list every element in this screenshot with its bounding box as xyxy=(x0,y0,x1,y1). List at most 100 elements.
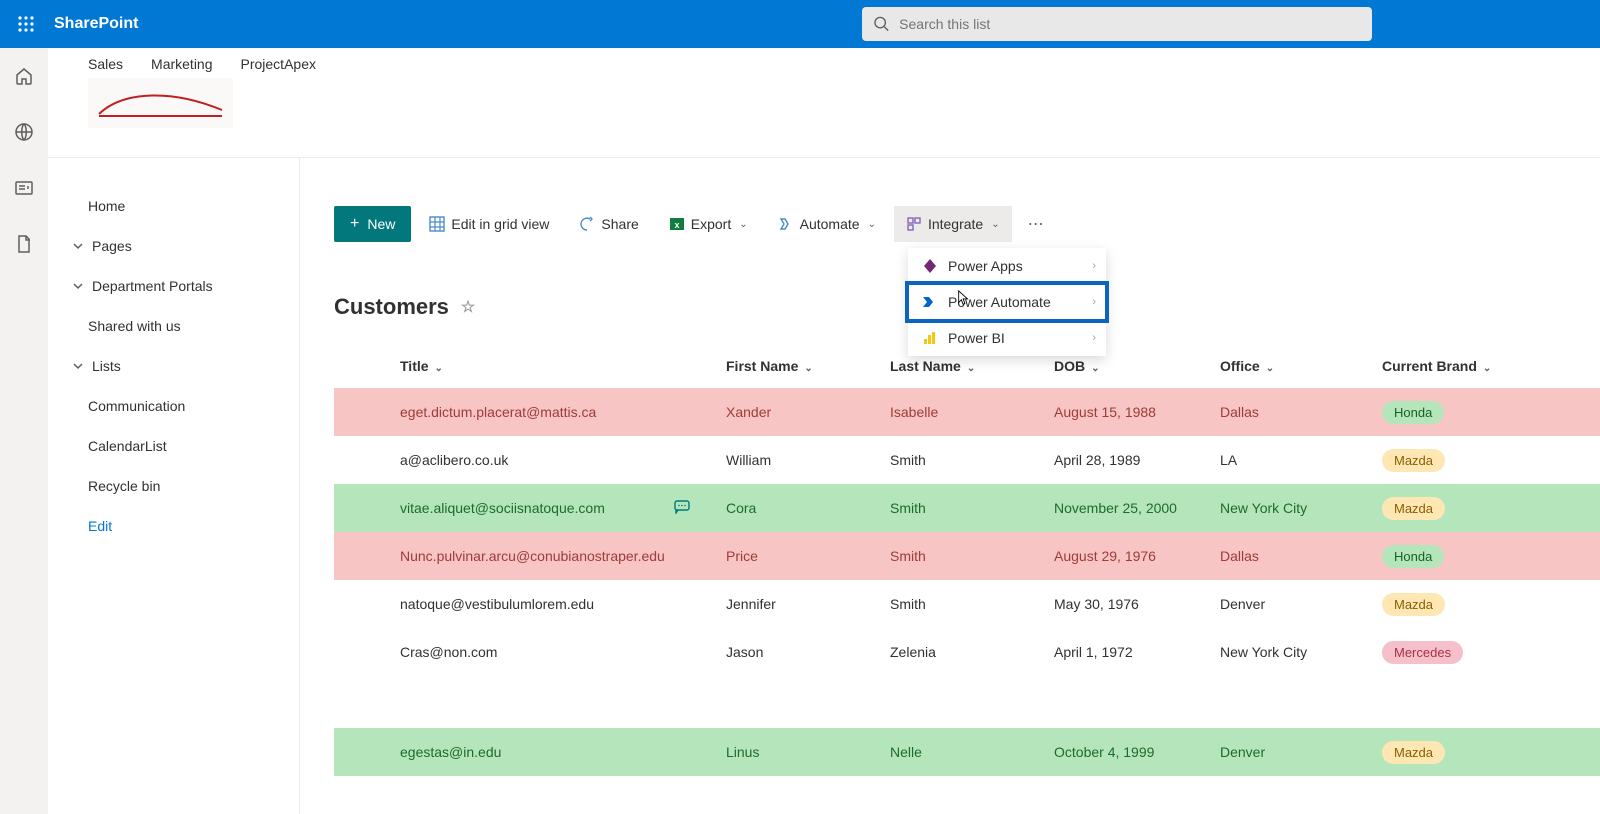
edit-grid-button[interactable]: Edit in grid view xyxy=(417,206,561,242)
site-logo[interactable] xyxy=(88,78,233,128)
list-table: Title⌄ First Name⌄ Last Name⌄ DOB⌄ Offic… xyxy=(334,344,1600,776)
new-button[interactable]: +New xyxy=(334,206,411,242)
powerapps-icon xyxy=(922,258,938,274)
cell-office: New York City xyxy=(1220,644,1382,660)
svg-text:x: x xyxy=(674,220,679,230)
cell-firstname: Jennifer xyxy=(726,596,890,612)
cell-dob: August 29, 1976 xyxy=(1054,548,1220,564)
col-firstname[interactable]: First Name⌄ xyxy=(726,358,890,374)
cell-lastname: Nelle xyxy=(890,744,1054,760)
powerautomate-icon xyxy=(922,294,938,310)
nav-calendarlist[interactable]: CalendarList xyxy=(48,426,299,466)
hub-nav-marketing[interactable]: Marketing xyxy=(151,56,212,72)
table-row[interactable]: eget.dictum.placerat@mattis.caXanderIsab… xyxy=(334,388,1600,436)
col-office[interactable]: Office⌄ xyxy=(1220,358,1382,374)
automate-button[interactable]: Automate⌄ xyxy=(766,206,888,242)
cell-dob: April 1, 1972 xyxy=(1054,644,1220,660)
cell-title: Nunc.pulvinar.arcu@conubianostraper.edu xyxy=(400,548,665,564)
more-button[interactable]: ⋯ xyxy=(1018,214,1054,234)
brand-label: SharePoint xyxy=(54,15,138,33)
table-row[interactable]: Cras@non.com JasonZeleniaApril 1, 1972New… xyxy=(334,628,1600,676)
col-brand[interactable]: Current Brand⌄ xyxy=(1382,358,1542,374)
menu-power-apps[interactable]: Power Apps› xyxy=(908,248,1106,284)
home-icon[interactable] xyxy=(14,66,34,86)
chevron-down-icon: ⌄ xyxy=(967,363,975,374)
cell-lastname: Zelenia xyxy=(890,644,1054,660)
news-icon[interactable] xyxy=(14,178,34,198)
nav-recycle-bin[interactable]: Recycle bin xyxy=(48,466,299,506)
share-icon xyxy=(579,216,595,232)
chevron-down-icon: ⌄ xyxy=(991,219,999,230)
chevron-down-icon xyxy=(72,360,84,372)
cell-title: egestas@in.edu xyxy=(400,744,501,760)
table-row[interactable]: a@aclibero.co.ukWilliamSmithApril 28, 19… xyxy=(334,436,1600,484)
plus-icon: + xyxy=(350,215,359,233)
brand-badge: Mazda xyxy=(1382,741,1445,764)
cell-title: Cras@non.com xyxy=(400,644,497,660)
hub-nav-projectapex[interactable]: ProjectApex xyxy=(241,56,316,72)
cell-office: Denver xyxy=(1220,744,1382,760)
search-input[interactable] xyxy=(899,16,1360,32)
cell-dob: November 25, 2000 xyxy=(1054,500,1220,516)
chevron-down-icon: ⌄ xyxy=(804,363,812,374)
comment-icon[interactable] xyxy=(674,500,690,517)
brand-badge: Mazda xyxy=(1382,449,1445,472)
nav-department-portals[interactable]: Department Portals xyxy=(48,266,299,306)
nav-edit[interactable]: Edit xyxy=(48,506,299,546)
nav-lists[interactable]: Lists xyxy=(48,346,299,386)
cell-dob: October 4, 1999 xyxy=(1054,744,1220,760)
cell-title: eget.dictum.placerat@mattis.ca xyxy=(400,404,596,420)
col-lastname[interactable]: Last Name⌄ xyxy=(890,358,1054,374)
search-icon xyxy=(874,16,889,32)
brand-badge: Honda xyxy=(1382,545,1444,568)
cell-title: vitae.aliquet@sociisnatoque.com xyxy=(400,500,605,516)
nav-pages[interactable]: Pages xyxy=(48,226,299,266)
integrate-icon xyxy=(906,216,922,232)
cell-office: Dallas xyxy=(1220,548,1382,564)
cell-firstname: Cora xyxy=(726,500,890,516)
cell-firstname: Xander xyxy=(726,404,890,420)
search-box[interactable] xyxy=(862,7,1372,41)
cell-title: a@aclibero.co.uk xyxy=(400,452,508,468)
table-row[interactable]: natoque@vestibulumlorem.eduJenniferSmith… xyxy=(334,580,1600,628)
col-title[interactable]: Title⌄ xyxy=(398,358,726,374)
cell-dob: April 28, 1989 xyxy=(1054,452,1220,468)
chevron-down-icon: ⌄ xyxy=(435,363,443,374)
list-title: Customers ☆ xyxy=(334,294,475,320)
integrate-button[interactable]: Integrate⌄ xyxy=(894,206,1012,242)
grid-icon xyxy=(429,216,445,232)
cell-title: natoque@vestibulumlorem.edu xyxy=(400,596,594,612)
menu-power-bi[interactable]: Power BI› xyxy=(908,320,1106,356)
excel-icon: x xyxy=(669,216,685,232)
cell-office: LA xyxy=(1220,452,1382,468)
brand-badge: Honda xyxy=(1382,401,1444,424)
table-row[interactable]: vitae.aliquet@sociisnatoque.comCoraSmith… xyxy=(334,484,1600,532)
nav-shared[interactable]: Shared with us xyxy=(48,306,299,346)
globe-icon[interactable] xyxy=(14,122,34,142)
cursor-icon xyxy=(956,290,972,306)
brand-badge: Mazda xyxy=(1382,593,1445,616)
flow-icon xyxy=(778,216,794,232)
cell-dob: May 30, 1976 xyxy=(1054,596,1220,612)
chevron-down-icon xyxy=(72,280,84,292)
share-button[interactable]: Share xyxy=(567,206,650,242)
table-row[interactable]: egestas@in.edu LinusNelleOctober 4, 1999D… xyxy=(334,728,1600,776)
table-row[interactable]: Nunc.pulvinar.arcu@conubianostraper.eduP… xyxy=(334,532,1600,580)
cell-firstname: Jason xyxy=(726,644,890,660)
chevron-down-icon: ⌄ xyxy=(1091,363,1099,374)
cell-firstname: Linus xyxy=(726,744,890,760)
export-button[interactable]: x Export⌄ xyxy=(657,206,760,242)
favorite-icon[interactable]: ☆ xyxy=(461,297,475,317)
chevron-right-icon: › xyxy=(1092,260,1096,272)
nav-communication[interactable]: Communication xyxy=(48,386,299,426)
nav-home[interactable]: Home xyxy=(48,186,299,226)
app-launcher-icon[interactable] xyxy=(8,6,44,42)
hub-nav-sales[interactable]: Sales xyxy=(88,56,123,72)
col-dob[interactable]: DOB⌄ xyxy=(1054,358,1220,374)
integrate-menu: Power Apps› Power Automate› Power BI› xyxy=(908,248,1106,356)
cell-office: Denver xyxy=(1220,596,1382,612)
menu-power-automate[interactable]: Power Automate› xyxy=(908,284,1106,320)
hub-nav: Sales Marketing ProjectApex xyxy=(88,56,1560,72)
file-icon[interactable] xyxy=(14,234,34,254)
cell-dob: August 15, 1988 xyxy=(1054,404,1220,420)
